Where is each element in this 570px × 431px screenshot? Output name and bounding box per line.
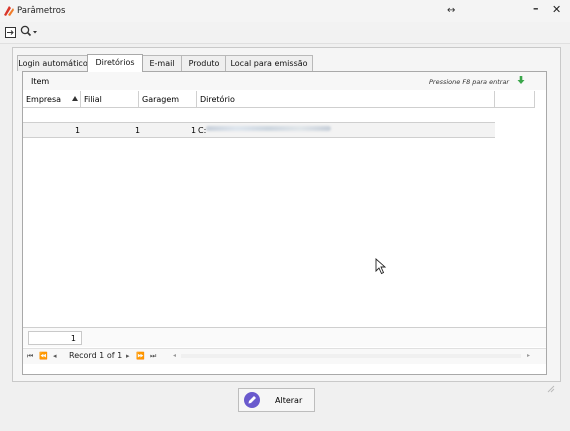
title-bar: Parâmetros ↔ – ✕ <box>0 0 570 23</box>
tab-diretorios[interactable]: Diretórios <box>87 54 143 72</box>
filter-row[interactable] <box>23 109 493 120</box>
tab-local-para-emissao[interactable]: Local para emissão <box>225 55 313 71</box>
search-icon[interactable] <box>20 25 38 39</box>
navigation-bar: ⏮ ⏪ ◂ Record 1 of 1 ▸ ⏩ ⏭ ◂ ▸ <box>23 348 546 364</box>
last-record-icon[interactable]: ⏭ <box>150 352 156 361</box>
cell-filial: 1 <box>135 126 141 135</box>
close-button[interactable]: ✕ <box>552 3 561 16</box>
record-count: 1 <box>28 331 82 345</box>
previous-page-icon[interactable]: ⏪ <box>39 352 48 360</box>
resize-grip-icon[interactable] <box>545 383 555 393</box>
hint-text: Pressione F8 para entrar <box>429 78 510 86</box>
first-record-icon[interactable]: ⏮ <box>27 352 33 361</box>
arrow-down-icon[interactable] <box>517 75 525 85</box>
grid-footer <box>23 327 546 347</box>
diretorios-tab-page: Item Pressione F8 para entrar Empresa Fi… <box>22 71 547 375</box>
column-header-garagem[interactable]: Garagem <box>139 91 197 108</box>
resize-icon[interactable]: ↔ <box>447 5 455 16</box>
toolbar <box>0 22 570 44</box>
next-page-icon[interactable]: ⏩ <box>136 352 145 360</box>
parametros-window: Parâmetros ↔ – ✕ Login automático Diretó… <box>0 0 570 431</box>
app-logo-icon <box>4 6 14 16</box>
column-header-filial[interactable]: Filial <box>81 91 139 108</box>
edit-icon <box>244 392 260 408</box>
column-header-extra <box>495 91 535 108</box>
scroll-right-icon[interactable]: ▸ <box>527 352 530 359</box>
scroll-left-icon[interactable]: ◂ <box>173 352 176 359</box>
alterar-label: Alterar <box>275 396 303 405</box>
group-header: Item Pressione F8 para entrar <box>23 72 546 90</box>
tab-email[interactable]: E-mail <box>141 55 183 71</box>
exit-icon[interactable] <box>5 27 16 38</box>
next-record-icon[interactable]: ▸ <box>126 352 130 360</box>
column-header-diretorio[interactable]: Diretório <box>197 91 495 108</box>
alterar-button[interactable]: Alterar <box>238 388 315 412</box>
minimize-button[interactable]: – <box>533 2 539 15</box>
redacted-path <box>206 126 331 131</box>
mouse-cursor-icon <box>375 258 387 275</box>
tab-produto[interactable]: Produto <box>181 55 227 71</box>
previous-record-icon[interactable]: ◂ <box>53 352 57 360</box>
tab-login-automatico[interactable]: Login automático <box>17 55 89 71</box>
group-title: Item <box>31 77 50 86</box>
cell-empresa: 1 <box>75 126 81 135</box>
sort-ascending-icon <box>72 96 78 101</box>
cell-garagem: 1 <box>191 126 197 135</box>
horizontal-scrollbar[interactable] <box>181 354 521 358</box>
window-title: Parâmetros <box>17 6 66 16</box>
record-label: Record 1 of 1 <box>69 351 123 360</box>
